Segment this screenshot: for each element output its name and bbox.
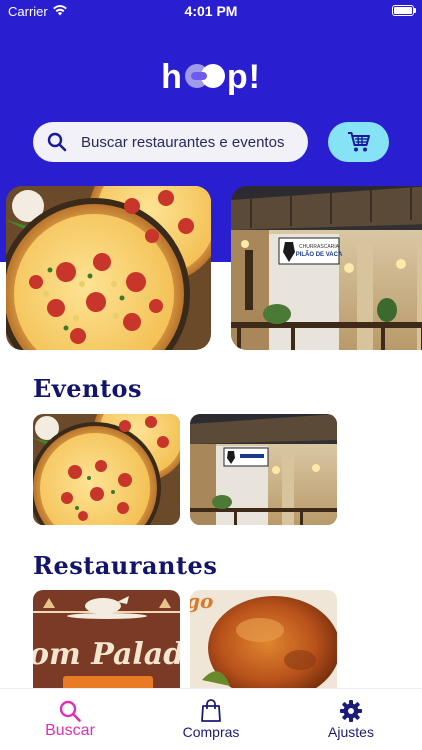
- search-icon: [58, 699, 82, 723]
- pizza-image: [6, 186, 211, 350]
- logo-dots: [183, 64, 227, 90]
- event-card-restaurant[interactable]: [190, 414, 337, 525]
- roast-chicken-image: go: [190, 590, 337, 690]
- battery-tip: [414, 8, 416, 13]
- tab-label: Ajustes: [328, 724, 374, 740]
- carousel-card-restaurant[interactable]: CHURRASCARIA PILÃO DE VACA: [231, 186, 422, 350]
- sign-line1: CHURRASCARIA: [299, 244, 340, 250]
- tab-ajustes[interactable]: Ajustes: [281, 689, 421, 750]
- tab-compras[interactable]: Compras: [141, 689, 281, 750]
- logo-prefix: h: [161, 58, 183, 96]
- battery-icon: [392, 5, 414, 16]
- tab-bar: Buscar Compras Ajustes: [0, 688, 422, 750]
- app-logo: h p!: [0, 58, 422, 102]
- restaurant-logo-image: om Palad: [33, 590, 180, 690]
- restaurant-card-chicken[interactable]: go: [190, 590, 337, 690]
- search-placeholder: Buscar restaurantes e eventos: [81, 134, 285, 151]
- restaurant-card-text: om Palad: [33, 637, 180, 672]
- event-card-pizza[interactable]: [33, 414, 180, 525]
- cart-button[interactable]: [328, 122, 389, 162]
- gear-icon: [339, 699, 363, 723]
- tab-buscar[interactable]: Buscar: [0, 689, 140, 750]
- sign-line2: PILÃO DE VACA: [296, 251, 343, 258]
- pizza-thumbnail: [33, 414, 180, 525]
- restaurant-card-text: go: [190, 590, 213, 613]
- clock: 4:01 PM: [184, 3, 238, 19]
- section-title-eventos: Eventos: [33, 374, 143, 403]
- search-icon: [47, 132, 67, 152]
- section-title-restaurantes: Restaurantes: [33, 551, 218, 580]
- restaurant-image: CHURRASCARIA PILÃO DE VACA: [231, 186, 422, 350]
- logo-suffix: p!: [226, 58, 261, 96]
- cart-icon: [347, 131, 371, 153]
- carousel-card-pizza[interactable]: [6, 186, 211, 350]
- bag-icon: [199, 699, 223, 723]
- search-input[interactable]: Buscar restaurantes e eventos: [33, 122, 308, 162]
- tab-label: Buscar: [45, 722, 95, 739]
- restaurant-thumbnail: [190, 414, 337, 525]
- restaurant-card-bom-paladar[interactable]: om Palad: [33, 590, 180, 690]
- status-bar: Carrier 4:01 PM: [0, 0, 422, 22]
- tab-label: Compras: [182, 724, 240, 740]
